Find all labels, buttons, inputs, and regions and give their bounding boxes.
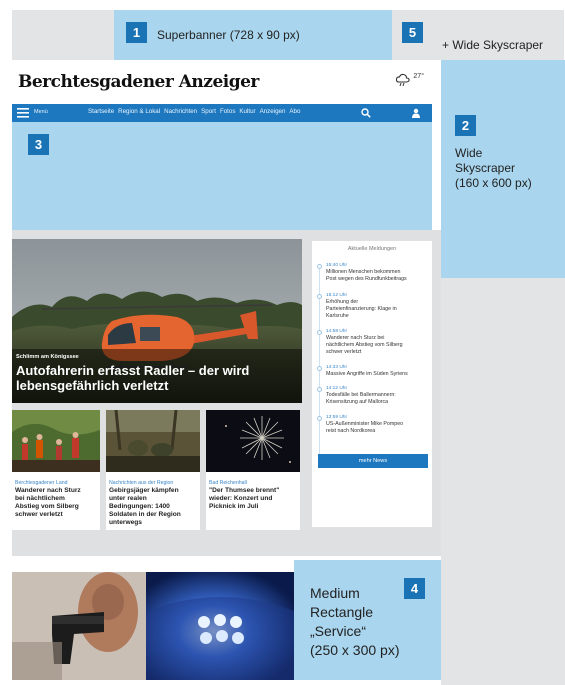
search-icon[interactable]: [361, 108, 371, 118]
service-image-police-light: [146, 572, 294, 680]
hero-article[interactable]: Schlimm am Königssee Autofahrerin erfass…: [12, 239, 302, 403]
teaser-card-3[interactable]: Bad Reichenhall "Der Thumsee brennt" wie…: [206, 410, 300, 530]
teaser-image-soldiers: [106, 409, 200, 472]
nav-fotos[interactable]: Fotos: [220, 108, 235, 115]
news-item[interactable]: 14:33 Uhr Massive Angriffe im Süden Syri…: [317, 365, 430, 378]
more-news-button[interactable]: mehr News: [318, 454, 428, 468]
wide-skyscraper-top-label: + Wide Skyscraper: [442, 38, 544, 52]
teaser-card-1[interactable]: Berchtesgadener Land Wanderer nach Sturz…: [12, 410, 100, 530]
teaser-card-2[interactable]: Nachrichten aus der Region Gebirgsjäger …: [106, 409, 200, 530]
site-logo[interactable]: Berchtesgadener Anzeiger: [18, 72, 259, 92]
news-item[interactable]: 14:58 Uhr Wanderer nach Sturz bei nächtl…: [317, 329, 430, 355]
nav-kultur[interactable]: Kultur: [239, 108, 255, 115]
cloud-rain-icon: [396, 73, 411, 87]
main-navigation: Menü Startseite Region & Lokal Nachricht…: [12, 104, 432, 122]
nav-anzeigen[interactable]: Anzeigen: [260, 108, 286, 115]
news-item[interactable]: 15:40 Uhr Millionen Menschen bekommen Po…: [317, 263, 430, 283]
news-item[interactable]: 15:12 Uhr Erhöhung der Parteienfinanzier…: [317, 293, 430, 319]
teaser-2-title: Gebirgsjäger kämpfen unter realen Beding…: [109, 487, 181, 526]
timeline-dot: [317, 294, 322, 299]
top-right-grey-area: + Wide Skyscraper: [442, 10, 564, 60]
wide-skyscraper-top-zone: 5: [392, 10, 442, 60]
user-account-icon[interactable]: [411, 108, 421, 118]
medium-rectangle-label: Medium Rectangle „Service“ (250 x 300 px…: [310, 585, 400, 658]
teaser-image-fireworks: [206, 410, 300, 472]
timeline-dot: [317, 366, 322, 371]
ad-layout-diagram: 1 Superbanner (728 x 90 px) 5 + Wide Sky…: [0, 0, 565, 685]
wide-skyscraper-zone: 2 Wide Skyscraper (160 x 600 px): [441, 60, 565, 278]
wide-skyscraper-label: Wide Skyscraper (160 x 600 px): [455, 146, 532, 190]
latest-news-sidebar: Aktuelle Meldungen 15:40 Uhr Millionen M…: [311, 240, 433, 528]
menu-label[interactable]: Menü: [34, 109, 48, 115]
timeline-dot: [317, 387, 322, 392]
hamburger-menu-icon[interactable]: [17, 108, 29, 118]
hero-category: Schlimm am Königssee: [16, 354, 79, 360]
weather-widget[interactable]: 27°: [395, 73, 424, 87]
teaser-image-rescue: [12, 410, 100, 472]
superbanner-zone: 1 Superbanner (728 x 90 px): [114, 10, 392, 60]
news-item[interactable]: 13:59 Uhr US-Außenminister Mike Pompeo r…: [317, 415, 430, 435]
site-masthead: Berchtesgadener Anzeiger 27°: [12, 66, 432, 102]
wide-skyscraper-top-badge: 5: [402, 22, 423, 43]
service-teaser-row: [12, 572, 294, 680]
medium-rectangle-zone: 4 Medium Rectangle „Service“ (250 x 300 …: [294, 560, 441, 680]
timeline-dot: [317, 416, 322, 421]
billboard-badge: 3: [28, 134, 49, 155]
nav-links: Startseite Region & Lokal Nachrichten Sp…: [88, 108, 300, 115]
billboard-right-edge: [432, 104, 441, 230]
teaser-1-category: Berchtesgadener Land: [15, 480, 68, 486]
superbanner-label: Superbanner (728 x 90 px): [157, 28, 300, 42]
nav-sport[interactable]: Sport: [201, 108, 216, 115]
teaser-2-category: Nachrichten aus der Region: [109, 480, 174, 486]
billboard-zone: 3: [12, 122, 432, 230]
nav-startseite[interactable]: Startseite: [88, 108, 114, 115]
service-image-pistol: [12, 572, 146, 680]
hero-title[interactable]: Autofahrerin erfasst Radler – der wird l…: [16, 363, 249, 393]
sidebar-heading: Aktuelle Meldungen: [347, 246, 397, 252]
top-left-grey-area: [12, 10, 114, 60]
nav-region-lokal[interactable]: Region & Lokal: [118, 108, 160, 115]
wide-skyscraper-badge: 2: [455, 115, 476, 136]
teaser-1-title: Wanderer nach Sturz bei nächtlichem Abst…: [15, 487, 81, 518]
superbanner-badge: 1: [126, 22, 147, 43]
teaser-3-title: "Der Thumsee brennt" wieder: Konzert und…: [209, 487, 280, 510]
timeline-dot: [317, 264, 322, 269]
timeline-dot: [317, 330, 322, 335]
teaser-3-category: Bad Reichenhall: [209, 480, 247, 486]
nav-nachrichten[interactable]: Nachrichten: [164, 108, 197, 115]
right-column-grey-area: [441, 278, 565, 685]
medium-rectangle-badge: 4: [404, 578, 425, 599]
weather-temperature: 27°: [413, 73, 424, 80]
news-item[interactable]: 14:12 Uhr Todesfälle bei Ballermannern: …: [317, 386, 430, 406]
nav-abo[interactable]: Abo: [289, 108, 300, 115]
